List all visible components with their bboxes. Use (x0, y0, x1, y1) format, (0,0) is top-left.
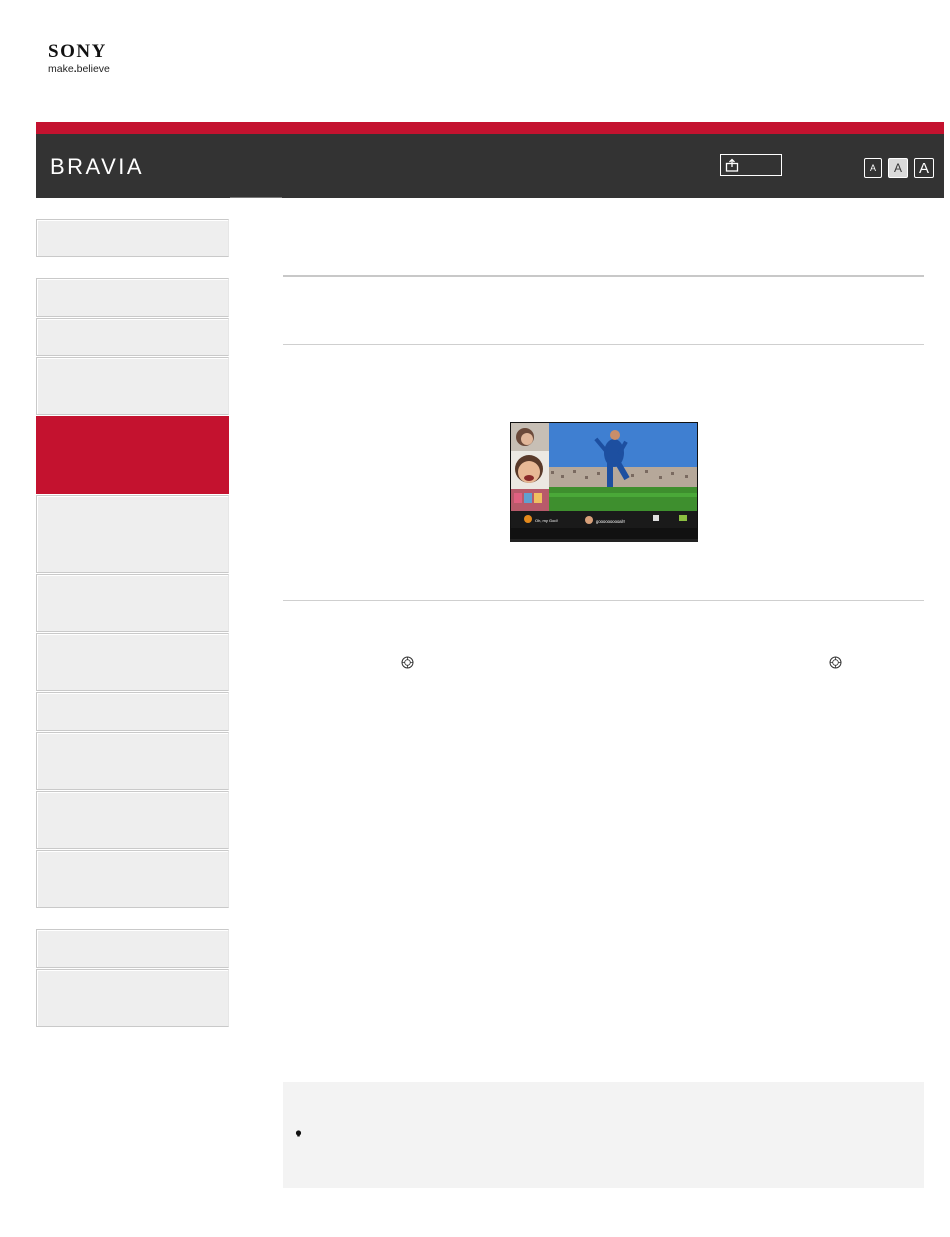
nav-item-6[interactable] (36, 574, 229, 632)
sony-logo[interactable]: SONY make.believe (48, 41, 110, 76)
enter-button-icon (401, 656, 414, 669)
nav-item-10[interactable] (36, 791, 229, 849)
font-size-medium-button[interactable]: A (888, 158, 908, 178)
nav-item-11[interactable] (36, 850, 229, 908)
nav-item-top[interactable] (36, 219, 229, 257)
share-icon (725, 158, 739, 172)
note-box (283, 1082, 924, 1188)
header-bar: BRAVIA A A A (36, 134, 944, 198)
brand-name: SONY (48, 41, 107, 62)
header-accent-bar (36, 122, 944, 134)
tv-illustration: Oh, my God! goooooooooal!! (510, 422, 698, 542)
nav-item-9[interactable] (36, 732, 229, 790)
note-bullet-icon (295, 1130, 302, 1137)
nav-item-5[interactable] (36, 495, 229, 573)
brand-tagline: make.believe (48, 63, 110, 75)
nav-item-4-active[interactable] (36, 416, 229, 494)
section-divider (283, 344, 924, 345)
nav-item-13[interactable] (36, 969, 229, 1027)
header-underline (230, 197, 282, 198)
nav-item-3[interactable] (36, 357, 229, 415)
enter-button-icon (829, 656, 842, 669)
share-button[interactable] (720, 154, 782, 176)
product-title: BRAVIA (50, 154, 145, 179)
section-divider (283, 600, 924, 601)
nav-item-8[interactable] (36, 692, 229, 731)
nav-item-7[interactable] (36, 633, 229, 691)
font-size-large-button[interactable]: A (914, 158, 934, 178)
nav-item-1[interactable] (36, 278, 229, 317)
nav-item-12[interactable] (36, 929, 229, 968)
font-size-small-button[interactable]: A (864, 158, 882, 178)
tv-stand (510, 539, 698, 542)
left-caption: Oh, my God! (535, 518, 558, 523)
nav-item-2[interactable] (36, 318, 229, 356)
tv-screen: Oh, my God! goooooooooal!! (511, 423, 697, 528)
right-caption: goooooooooal!! (596, 519, 625, 524)
section-divider (283, 275, 924, 277)
